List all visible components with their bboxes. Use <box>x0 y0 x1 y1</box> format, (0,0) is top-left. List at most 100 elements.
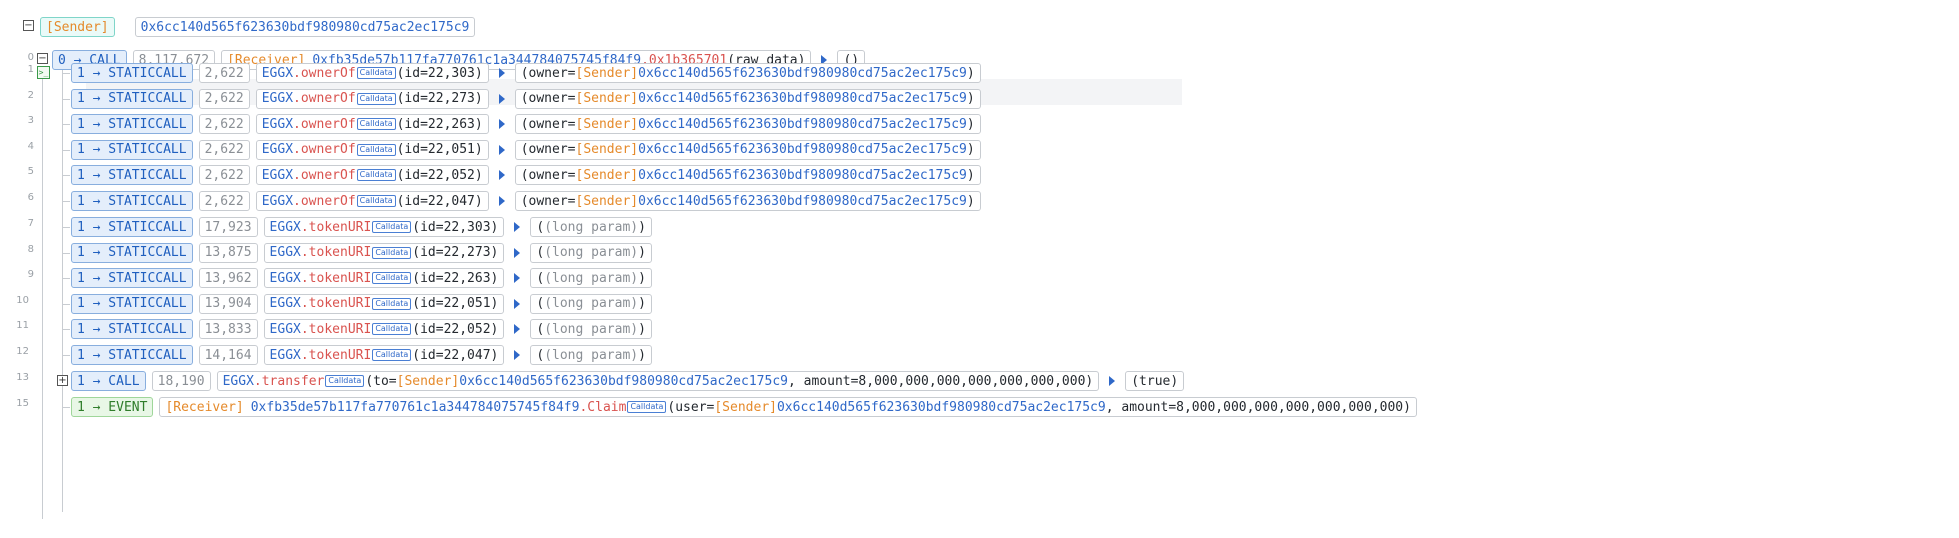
expand-arrow-icon[interactable] <box>498 68 505 78</box>
call-target[interactable]: EGGX .ownerOf Calldata (id=22,052) <box>255 165 489 186</box>
expand-arrow-icon[interactable] <box>514 222 521 232</box>
return-address: 0x6cc140d565f623630bdf980980cd75ac2ec175… <box>638 91 967 107</box>
return-close: ) <box>966 193 975 209</box>
return-open: (owner= <box>520 193 576 209</box>
transfer-call-target[interactable]: EGGX .transfer Calldata (to= [Sender] 0x6cc14… <box>216 371 1100 391</box>
args-sender-tag: [Sender] <box>714 399 777 415</box>
calldata-badge[interactable]: Calldata <box>356 67 396 79</box>
staticcall-badge[interactable]: 1 → STATICCALL <box>71 88 193 109</box>
calldata-badge[interactable]: Calldata <box>356 169 396 182</box>
call-target[interactable]: EGGX .ownerOf Calldata (id=22,047) <box>255 191 489 211</box>
call-target[interactable]: EGGX .tokenURI Calldata (id=22,303) <box>263 217 505 237</box>
expand-arrow-icon[interactable] <box>498 119 505 130</box>
staticcall-badge[interactable]: 1 → STATICCALL <box>71 345 193 365</box>
return-long-param[interactable]: (long param) <box>544 348 638 363</box>
call-target[interactable]: EGGX .tokenURI Calldata (id=22,273) <box>263 242 505 263</box>
return-long-param[interactable]: (long param) <box>544 220 638 235</box>
calldata-badge[interactable]: Calldata <box>356 143 396 156</box>
call-gas: 2,622 <box>198 63 250 83</box>
line-number: 2 <box>27 89 34 101</box>
args-open: (to= <box>365 373 397 389</box>
method-name: .ownerOf <box>293 116 356 132</box>
call-target[interactable]: EGGX .ownerOf Calldata (id=22,263) <box>255 114 489 135</box>
return-value: (owner= [Sender] 0x6cc140d565f623630bdf980… <box>514 191 981 211</box>
event-badge[interactable]: 1 → EVENT <box>71 397 154 417</box>
staticcall-row: 1 → STATICCALL 2,622 EGGX .ownerOf Calldata(… <box>71 111 987 137</box>
staticcall-badge[interactable]: 1 → STATICCALL <box>71 293 193 314</box>
staticcall-row: 1 → STATICCALL 13,875 EGGX .tokenURI Calldat… <box>71 240 658 266</box>
expand-arrow-icon[interactable] <box>498 93 505 104</box>
collapse-root-toggle[interactable]: − <box>23 20 34 31</box>
calldata-badge[interactable]: Calldata <box>356 92 396 105</box>
transfer-call-badge[interactable]: 1 → CALL <box>71 371 146 391</box>
expand-arrow-icon[interactable] <box>514 298 521 309</box>
call-target[interactable]: EGGX .ownerOf Calldata (id=22,303) <box>255 63 489 83</box>
return-value: (owner= [Sender] 0x6cc140d565f623630bdf980… <box>514 114 981 135</box>
line-number: 8 <box>27 243 34 255</box>
expand-arrow-icon[interactable] <box>514 324 521 335</box>
call-args: (id=22,051) <box>396 142 483 158</box>
collapse-main-call-toggle[interactable]: − <box>37 53 48 64</box>
contract-name: EGGX <box>261 142 294 158</box>
expand-arrow-icon[interactable] <box>514 350 521 360</box>
return-close: ) <box>638 270 646 286</box>
staticcall-badge[interactable]: 1 → STATICCALL <box>71 319 193 340</box>
staticcall-badge[interactable]: 1 → STATICCALL <box>71 63 193 83</box>
expand-arrow-icon[interactable] <box>498 144 505 155</box>
call-target[interactable]: EGGX .tokenURI Calldata (id=22,263) <box>263 268 505 289</box>
root-sender-tag[interactable]: [Sender] <box>40 17 115 37</box>
return-long-param[interactable]: (long param) <box>544 245 638 260</box>
line-number: 6 <box>27 192 34 203</box>
contract-name: EGGX <box>222 373 254 389</box>
return-value: (owner= [Sender] 0x6cc140d565f623630bdf980… <box>514 165 981 186</box>
staticcall-badge[interactable]: 1 → STATICCALL <box>71 217 193 237</box>
call-target[interactable]: EGGX .tokenURI Calldata (id=22,052) <box>263 319 505 340</box>
method-name: .tokenURI <box>300 245 372 261</box>
calldata-badge[interactable]: Calldata <box>372 246 412 259</box>
calldata-badge[interactable]: Calldata <box>325 375 365 387</box>
transfer-call-result: (true) <box>1125 371 1185 391</box>
staticcall-row: 1 → STATICCALL 17,923 EGGX .tokenURI Calldat… <box>71 214 658 240</box>
method-name: .ownerOf <box>293 193 356 209</box>
call-args: (id=22,051) <box>412 296 499 312</box>
terminal-icon[interactable]: >_ <box>37 66 50 79</box>
expand-arrow-icon[interactable] <box>514 273 521 284</box>
call-target[interactable]: EGGX .ownerOf Calldata (id=22,051) <box>255 139 489 160</box>
receiver-tag: [Receiver] <box>165 399 244 415</box>
expand-transfer-toggle[interactable]: + <box>57 375 68 386</box>
return-long-param[interactable]: (long param) <box>544 296 638 311</box>
call-target[interactable]: EGGX .tokenURI Calldata (id=22,051) <box>263 293 505 314</box>
return-close: ) <box>638 347 646 363</box>
args-rest: , amount=8,000,000,000,000,000,000,000) <box>1105 399 1411 415</box>
root-sender-address[interactable]: 0x6cc140d565f623630bdf980980cd75ac2ec175… <box>134 17 476 37</box>
call-target[interactable]: EGGX .ownerOf Calldata (id=22,273) <box>255 88 489 109</box>
calldata-badge[interactable]: Calldata <box>372 272 412 285</box>
expand-arrow-icon[interactable] <box>498 170 505 181</box>
return-long-param[interactable]: (long param) <box>544 322 638 337</box>
calldata-badge[interactable]: Calldata <box>372 221 412 233</box>
staticcall-badge[interactable]: 1 → STATICCALL <box>71 165 193 186</box>
staticcall-badge[interactable]: 1 → STATICCALL <box>71 242 193 263</box>
calldata-badge[interactable]: Calldata <box>627 401 667 413</box>
staticcall-row: 1 → STATICCALL 13,962 EGGX .tokenURI Calldat… <box>71 265 658 291</box>
expand-arrow-icon[interactable] <box>1109 376 1116 386</box>
expand-arrow-icon[interactable] <box>514 247 521 258</box>
tree-connector <box>62 227 70 228</box>
staticcall-badge[interactable]: 1 → STATICCALL <box>71 139 193 160</box>
calldata-badge[interactable]: Calldata <box>372 349 412 361</box>
expand-arrow-icon[interactable] <box>498 196 505 206</box>
calldata-badge[interactable]: Calldata <box>372 297 412 310</box>
call-args: (id=22,263) <box>412 270 499 286</box>
calldata-badge[interactable]: Calldata <box>356 195 396 207</box>
staticcall-badge[interactable]: 1 → STATICCALL <box>71 114 193 135</box>
calldata-badge[interactable]: Calldata <box>356 118 396 131</box>
event-target[interactable]: [Receiver] 0xfb35de57b117fa770761c1a3447… <box>159 397 1417 417</box>
tree-connector <box>62 278 70 280</box>
staticcall-badge[interactable]: 1 → STATICCALL <box>71 268 193 289</box>
call-target[interactable]: EGGX .tokenURI Calldata (id=22,047) <box>263 345 505 365</box>
staticcall-badge[interactable]: 1 → STATICCALL <box>71 191 193 211</box>
call-gas: 2,622 <box>198 139 250 160</box>
return-long-param[interactable]: (long param) <box>544 271 638 286</box>
calldata-badge[interactable]: Calldata <box>372 323 412 336</box>
tree-guide-children <box>62 67 63 512</box>
